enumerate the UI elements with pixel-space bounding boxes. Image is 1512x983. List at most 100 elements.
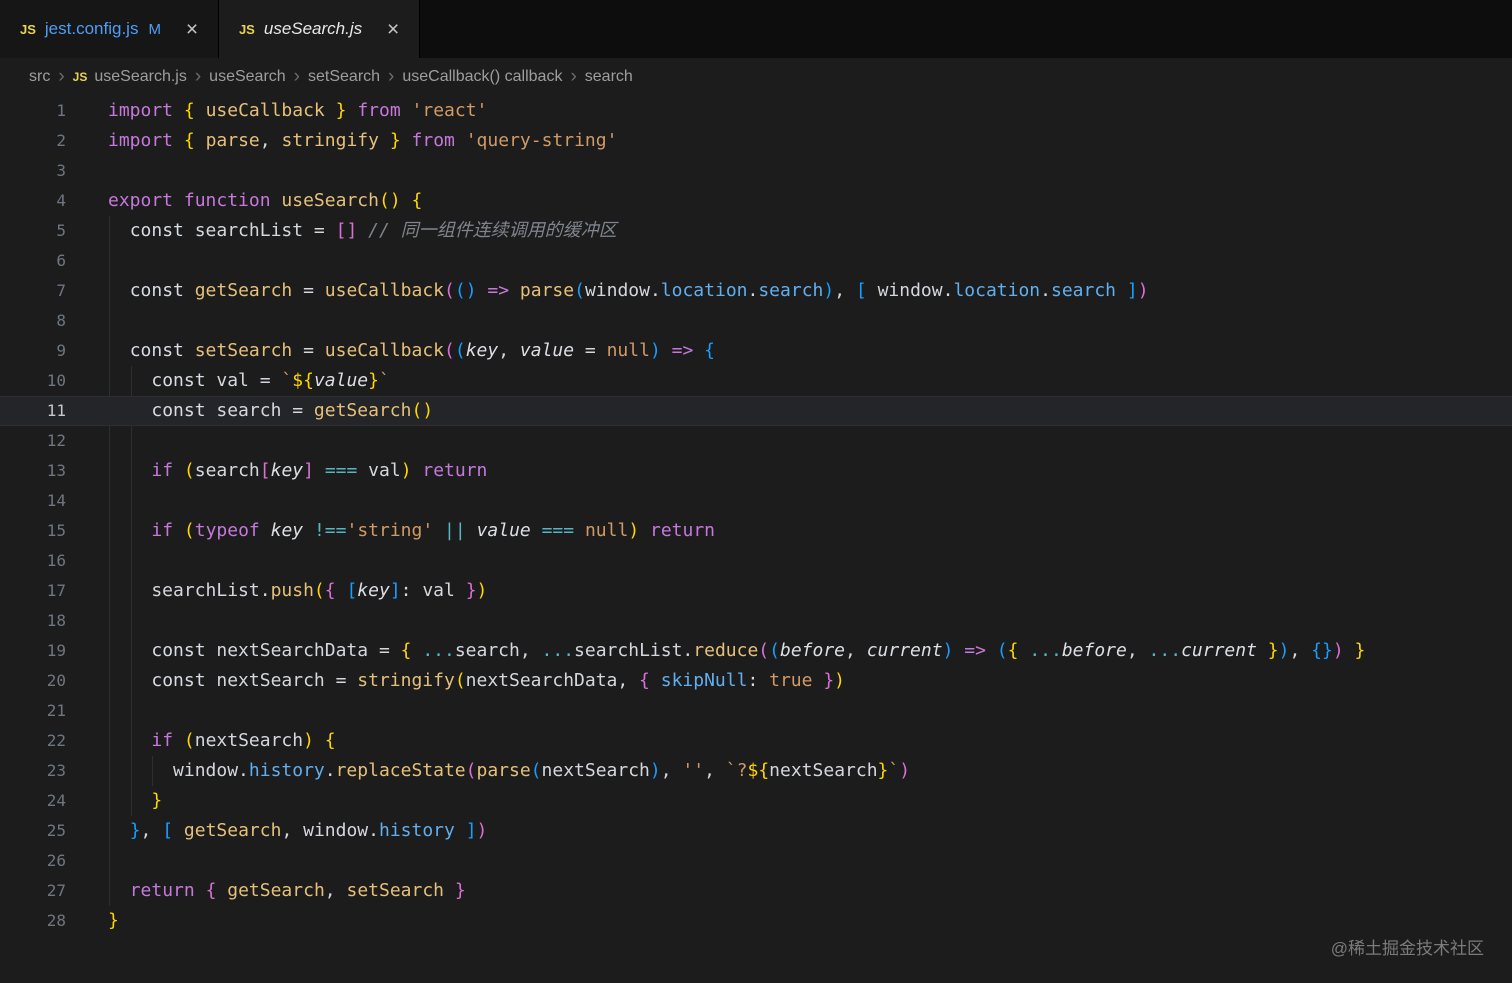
line-number[interactable]: 16 (0, 546, 66, 576)
code-text: window.history.replaceState(parse(nextSe… (108, 756, 910, 786)
line-number[interactable]: 4 (0, 186, 66, 216)
code-line[interactable]: 24 } (0, 786, 1512, 816)
code-line[interactable]: 3 (0, 156, 1512, 186)
line-number[interactable]: 12 (0, 426, 66, 456)
line-number[interactable]: 20 (0, 666, 66, 696)
line-number[interactable]: 7 (0, 276, 66, 306)
token: => (672, 340, 694, 361)
code-text: } (108, 906, 119, 936)
breadcrumb-item-search[interactable]: search (583, 68, 635, 86)
token: setSearch (195, 340, 293, 361)
line-number[interactable]: 5 (0, 216, 66, 246)
code-line[interactable]: 27 return { getSearch, setSearch } (0, 876, 1512, 906)
token: nextSearch (195, 730, 303, 751)
token: { (1311, 640, 1322, 661)
line-number[interactable]: 23 (0, 756, 66, 786)
token: ) (390, 190, 401, 211)
code-line[interactable]: 21 (0, 696, 1512, 726)
breadcrumb-item-src[interactable]: src (27, 68, 52, 86)
code-line[interactable]: 18 (0, 606, 1512, 636)
token: ... (422, 640, 455, 661)
code-line[interactable]: 26 (0, 846, 1512, 876)
code-line[interactable]: 25 }, [ getSearch, window.history ]) (0, 816, 1512, 846)
token: ` (281, 370, 292, 391)
line-number[interactable]: 21 (0, 696, 66, 726)
code-text: if (typeof key !=='string' || value === … (108, 516, 715, 546)
token (108, 640, 151, 661)
line-number[interactable]: 9 (0, 336, 66, 366)
breadcrumb-item-usesearch.js[interactable]: JSuseSearch.js (71, 68, 189, 86)
line-number[interactable]: 25 (0, 816, 66, 846)
code-line[interactable]: 17 searchList.push({ [key]: val }) (0, 576, 1512, 606)
token: => (487, 280, 509, 301)
token: ) (466, 280, 477, 301)
tab-bar: JSjest.config.jsM×JSuseSearch.js× (0, 0, 1512, 58)
close-icon[interactable]: × (180, 17, 204, 41)
line-number[interactable]: 28 (0, 906, 66, 936)
code-line[interactable]: 15 if (typeof key !=='string' || value =… (0, 516, 1512, 546)
code-line[interactable]: 16 (0, 546, 1512, 576)
code-line[interactable]: 11 const search = getSearch() (0, 396, 1512, 426)
tab-useSearch.js[interactable]: JSuseSearch.js× (219, 0, 420, 58)
line-number[interactable]: 19 (0, 636, 66, 666)
line-number[interactable]: 10 (0, 366, 66, 396)
code-line[interactable]: 20 const nextSearch = stringify(nextSear… (0, 666, 1512, 696)
code-line[interactable]: 12 (0, 426, 1512, 456)
code-line[interactable]: 28} (0, 906, 1512, 936)
token (336, 580, 347, 601)
token (455, 130, 466, 151)
token (173, 190, 184, 211)
token: import (108, 130, 173, 151)
token: key (271, 520, 304, 541)
token (1018, 640, 1029, 661)
code-line[interactable]: 10 const val = `${value}` (0, 366, 1512, 396)
token (477, 280, 488, 301)
line-number[interactable]: 15 (0, 516, 66, 546)
line-number[interactable]: 2 (0, 126, 66, 156)
token (260, 520, 271, 541)
token: window. (108, 760, 249, 781)
line-number[interactable]: 24 (0, 786, 66, 816)
line-number[interactable]: 22 (0, 726, 66, 756)
code-line[interactable]: 9 const setSearch = useCallback((key, va… (0, 336, 1512, 366)
chevron-right-icon: › (388, 66, 394, 88)
line-number[interactable]: 6 (0, 246, 66, 276)
code-line[interactable]: 5 const searchList = [] // 同一组件连续调用的缓冲区 (0, 216, 1512, 246)
code-line[interactable]: 2import { parse, stringify } from 'query… (0, 126, 1512, 156)
token: . (325, 760, 336, 781)
token: , (141, 820, 163, 841)
code-line[interactable]: 14 (0, 486, 1512, 516)
code-line[interactable]: 8 (0, 306, 1512, 336)
close-icon[interactable]: × (381, 17, 405, 41)
token: search (195, 460, 260, 481)
line-number[interactable]: 14 (0, 486, 66, 516)
breadcrumb-item-usesearch[interactable]: useSearch (207, 68, 288, 86)
token: 'react' (412, 100, 488, 121)
line-number[interactable]: 8 (0, 306, 66, 336)
code-line[interactable]: 7 const getSearch = useCallback(() => pa… (0, 276, 1512, 306)
token (195, 100, 206, 121)
code-editor[interactable]: 1import { useCallback } from 'react'2 imp… (0, 96, 1512, 936)
code-line[interactable]: 23 window.history.replaceState(parse(nex… (0, 756, 1512, 786)
line-number[interactable]: 26 (0, 846, 66, 876)
code-line[interactable]: 1import { useCallback } from 'react' (0, 96, 1512, 126)
line-number[interactable]: 13 (0, 456, 66, 486)
code-line[interactable]: 22 if (nextSearch) { (0, 726, 1512, 756)
line-number[interactable]: 27 (0, 876, 66, 906)
line-number[interactable]: 18 (0, 606, 66, 636)
code-line[interactable]: 6 (0, 246, 1512, 276)
token (108, 220, 130, 241)
token (184, 340, 195, 361)
token: nextSearch = (206, 670, 358, 691)
line-number[interactable]: 11 (0, 396, 66, 426)
line-number[interactable]: 17 (0, 576, 66, 606)
line-number[interactable]: 1 (0, 96, 66, 126)
code-line[interactable]: 4export function useSearch() { (0, 186, 1512, 216)
code-line[interactable]: 13 if (search[key] === val) return (0, 456, 1512, 486)
line-number[interactable]: 3 (0, 156, 66, 186)
breadcrumb-item-usecallback-callback[interactable]: useCallback() callback (400, 68, 564, 86)
token: = (292, 280, 325, 301)
tab-jest.config.js[interactable]: JSjest.config.jsM× (0, 0, 219, 58)
breadcrumb-item-setsearch[interactable]: setSearch (306, 68, 382, 86)
code-line[interactable]: 19 const nextSearchData = { ...search, .… (0, 636, 1512, 666)
